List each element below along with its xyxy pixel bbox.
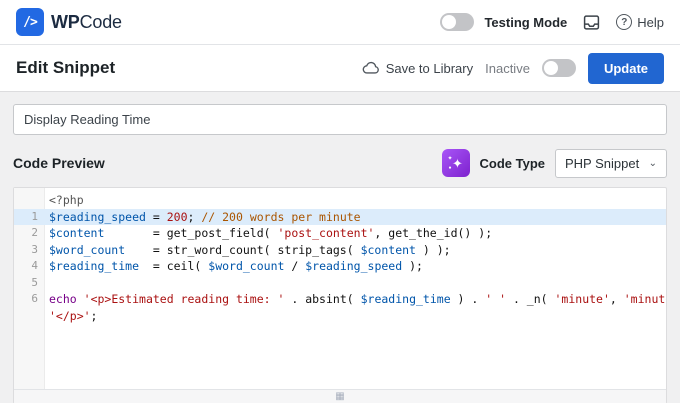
help-button[interactable]: ? Help xyxy=(616,14,664,30)
help-icon: ? xyxy=(616,14,633,30)
code-line[interactable]: 4 $reading_time = ceil( $word_count / $re… xyxy=(14,258,666,275)
line-number xyxy=(14,192,45,209)
inbox-icon[interactable] xyxy=(583,14,600,31)
save-to-library-label: Save to Library xyxy=(385,60,474,76)
line-number: 4 xyxy=(31,259,38,272)
brand-wordmark: WPCode xyxy=(51,12,122,33)
toggle-knob xyxy=(442,15,457,29)
brand-code: Code xyxy=(79,11,122,32)
code-line[interactable]: 5 xyxy=(14,275,666,292)
toggle-knob xyxy=(543,61,558,75)
editor-resize-handle[interactable]: ▦ xyxy=(14,389,666,403)
update-button[interactable]: Update xyxy=(587,52,664,84)
active-toggle[interactable] xyxy=(541,59,576,77)
testing-mode-toggle[interactable] xyxy=(440,13,475,31)
code-line[interactable]: '</p>'; xyxy=(14,308,666,325)
help-label: Help xyxy=(637,14,664,30)
code-type-label: Code Type xyxy=(479,155,546,171)
wpcode-logo-icon: /> xyxy=(16,8,44,36)
line-number: 2 xyxy=(31,226,38,239)
code-line-text: $word_count = str_word_count( strip_tags… xyxy=(49,242,451,257)
code-line-text: $reading_time = ceil( $word_count / $rea… xyxy=(49,259,423,273)
top-bar: /> WPCode Testing Mode ? Help xyxy=(0,0,680,45)
wpcode-brand: /> WPCode xyxy=(16,8,122,36)
code-editor-lines[interactable]: <?php 1 $reading_speed = 200; // 200 words… xyxy=(14,188,666,389)
chevron-down-icon: ⌄ xyxy=(648,157,657,169)
drag-grip-icon: ▦ xyxy=(335,390,345,402)
code-line[interactable]: 3 $word_count = str_word_count( strip_tag… xyxy=(14,242,666,259)
snippet-status-label: Inactive xyxy=(485,60,530,76)
code-preview-heading: Code Preview xyxy=(13,155,105,171)
code-line-text: $reading_speed = 200; // 200 words per m… xyxy=(49,209,361,224)
edit-snippet-bar: Edit Snippet Save to Library Inactive Up… xyxy=(0,45,680,92)
code-line-text: <?php xyxy=(49,193,84,207)
code-line[interactable]: 6 echo '<p>Estimated reading time: ' . ab… xyxy=(14,291,666,308)
code-type-select[interactable]: PHP Snippet ⌄ xyxy=(555,148,667,178)
code-line[interactable]: 2 $content = get_post_field( 'post_conten… xyxy=(14,225,666,242)
line-number: 5 xyxy=(31,275,38,289)
brand-wp: WP xyxy=(51,11,80,32)
save-to-library-button[interactable]: Save to Library xyxy=(362,61,473,76)
code-line[interactable]: <?php xyxy=(14,192,666,209)
code-line[interactable]: 1 $reading_speed = 200; // 200 words per … xyxy=(14,208,666,225)
code-editor[interactable]: <?php 1 $reading_speed = 200; // 200 words… xyxy=(13,187,667,403)
page-title: Edit Snippet xyxy=(16,58,116,77)
line-number xyxy=(14,308,45,325)
cloud-icon xyxy=(362,61,379,74)
ai-sparkles-icon[interactable]: ✦ ✦ ● xyxy=(441,149,470,177)
line-number: 1 xyxy=(31,209,38,223)
line-number: 3 xyxy=(31,242,38,256)
code-line-text: $content = get_post_field( 'post_content… xyxy=(49,226,493,240)
code-line-text: echo '<p>Estimated reading time: ' . abs… xyxy=(49,292,666,306)
testing-mode-label: Testing Mode xyxy=(484,14,568,30)
content-area: Code Preview ✦ ✦ ● Code Type PHP Snippet… xyxy=(0,92,680,403)
line-number: 6 xyxy=(31,292,38,305)
code-type-value: PHP Snippet xyxy=(565,155,640,171)
code-line-text: '</p>'; xyxy=(49,308,98,323)
snippet-title-input[interactable] xyxy=(13,104,667,135)
